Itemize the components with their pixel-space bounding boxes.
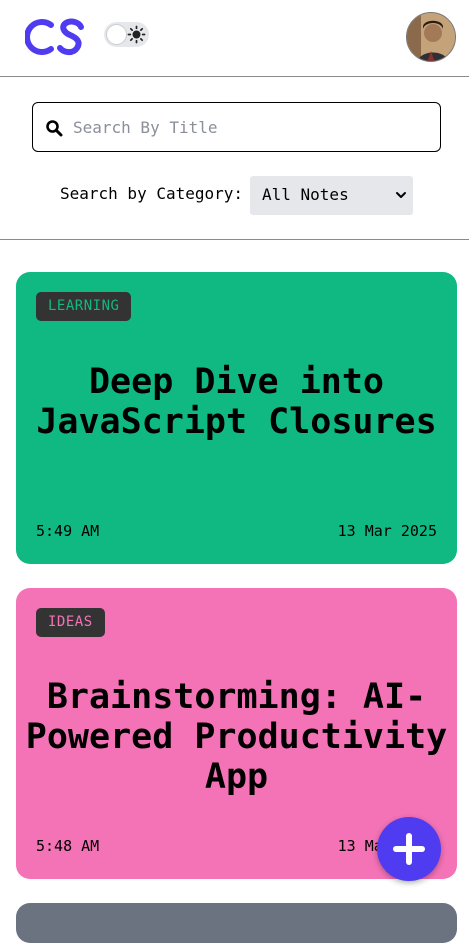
chevron-down-icon — [396, 192, 406, 198]
search-icon — [46, 120, 63, 137]
theme-toggle[interactable] — [104, 22, 149, 47]
note-card[interactable] — [16, 903, 457, 943]
avatar-image — [407, 13, 455, 61]
category-select-value: All Notes — [262, 185, 349, 204]
app-header — [0, 0, 469, 77]
note-time: 5:49 AM — [36, 522, 100, 540]
cs-logo[interactable] — [25, 15, 87, 59]
note-title: Deep Dive into JavaScript Closures — [36, 362, 437, 442]
toggle-knob — [106, 24, 127, 45]
category-select[interactable]: All Notes — [250, 176, 413, 215]
category-label: Search by Category: — [60, 184, 244, 203]
category-badge: IDEAS — [36, 608, 105, 637]
note-card[interactable]: LEARNING Deep Dive into JavaScript Closu… — [16, 272, 457, 564]
add-note-button[interactable] — [377, 817, 441, 881]
search-section: Search by Category: All Notes — [0, 78, 469, 240]
category-badge: LEARNING — [36, 292, 132, 321]
search-input[interactable] — [73, 103, 433, 151]
sun-icon — [127, 25, 146, 44]
search-box — [32, 102, 441, 152]
note-title: Brainstorming: AI-Powered Productivity A… — [25, 677, 448, 797]
note-time: 5:48 AM — [36, 837, 100, 855]
user-avatar[interactable] — [406, 12, 456, 62]
plus-icon — [393, 833, 425, 865]
note-date: 13 Mar 2025 — [337, 522, 437, 540]
